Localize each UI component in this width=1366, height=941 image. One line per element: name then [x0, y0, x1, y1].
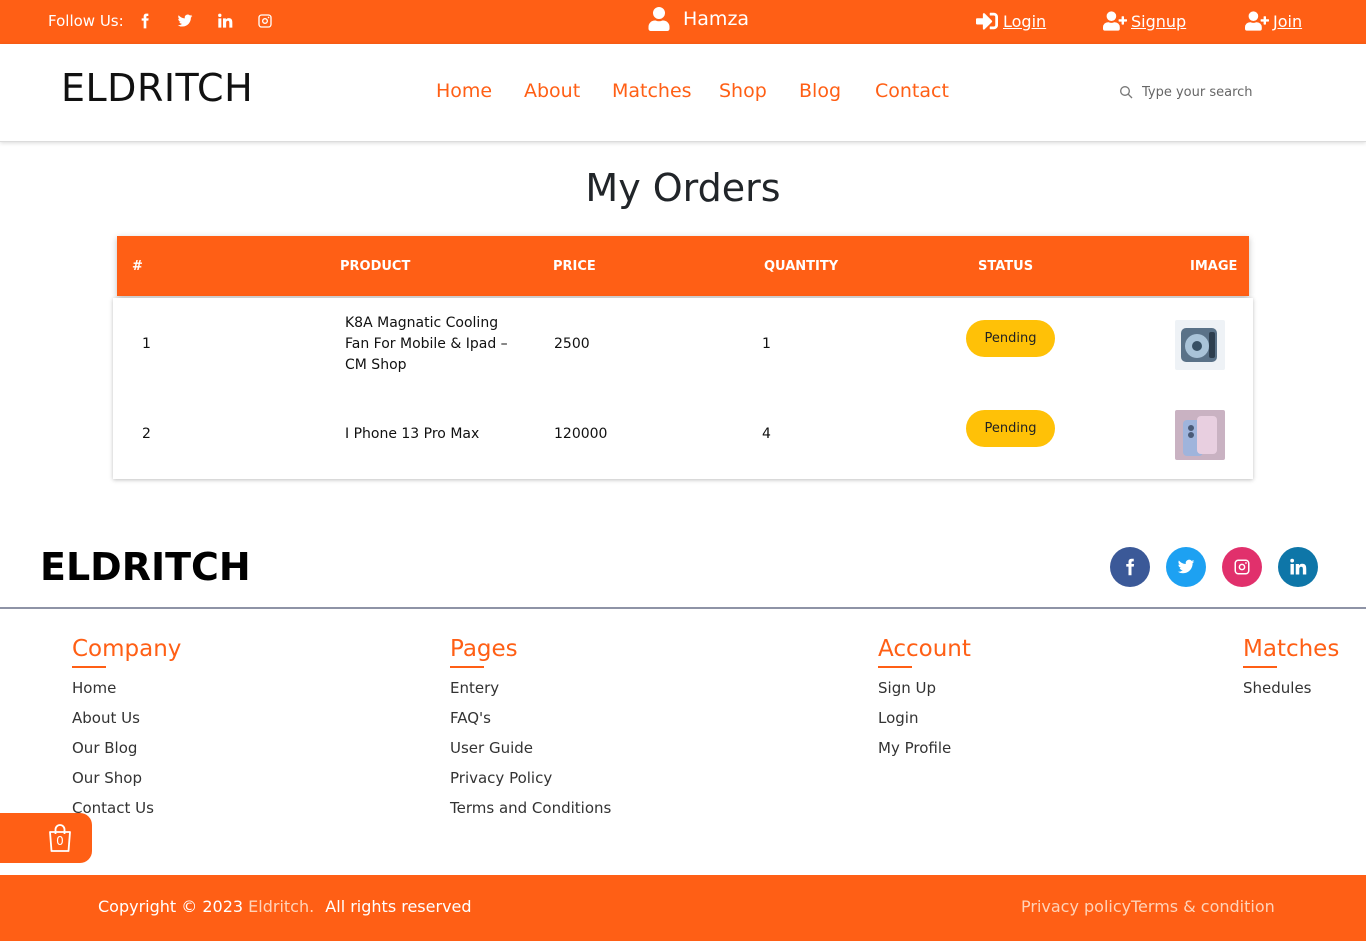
footer-link-home[interactable]: Home — [72, 678, 181, 708]
footer-link-login[interactable]: Login — [878, 708, 971, 738]
linkedin-icon[interactable] — [216, 12, 234, 30]
nav-home[interactable]: Home — [436, 80, 492, 102]
login-label: Login — [1003, 11, 1047, 31]
twitter-icon[interactable] — [1166, 547, 1206, 587]
order-quantity: 4 — [762, 426, 771, 442]
user-plus-icon — [1103, 11, 1127, 31]
col-image: IMAGE — [1190, 259, 1238, 274]
username: Hamza — [683, 8, 750, 30]
nav-matches[interactable]: Matches — [612, 80, 692, 102]
product-image[interactable] — [1175, 320, 1225, 370]
footer-link-blog[interactable]: Our Blog — [72, 738, 181, 768]
footer-link-about[interactable]: About Us — [72, 708, 181, 738]
footer-link-shop[interactable]: Our Shop — [72, 768, 181, 798]
nav-shop[interactable]: Shop — [719, 80, 767, 102]
order-price: 120000 — [554, 426, 608, 442]
copyright-text: Copyright © 2023 Eldritch. All rights re… — [98, 897, 472, 916]
join-link[interactable]: Join — [1245, 10, 1302, 32]
linkedin-icon[interactable] — [1278, 547, 1318, 587]
order-price: 2500 — [554, 336, 590, 352]
footer-col-title: Company — [72, 636, 182, 662]
copyright-bar: Copyright © 2023 Eldritch. All rights re… — [0, 875, 1366, 941]
col-status: STATUS — [978, 259, 1034, 274]
col-number: # — [132, 259, 143, 274]
user-plus-icon — [1245, 11, 1269, 31]
status-badge: Pending — [966, 410, 1055, 447]
title-underline — [450, 666, 484, 668]
orders-table-header: # PRODUCT PRICE QUANTITY STATUS IMAGE — [117, 236, 1249, 296]
sign-in-icon — [976, 12, 998, 30]
signup-label: Signup — [1131, 11, 1187, 31]
col-price: PRICE — [553, 259, 596, 274]
product-image[interactable] — [1175, 410, 1225, 460]
order-quantity: 1 — [762, 336, 771, 352]
main-header: ELDRITCH Home About Matches Shop Blog Co… — [0, 44, 1366, 142]
copyright-brand[interactable]: Eldritch. — [248, 897, 314, 916]
footer-link-schedules[interactable]: Shedules — [1243, 678, 1339, 708]
footer-link-privacy[interactable]: Privacy Policy — [450, 768, 611, 798]
order-product: I Phone 13 Pro Max — [345, 426, 480, 442]
nav-blog[interactable]: Blog — [799, 80, 841, 102]
top-bar: Follow Us: Hamza Login Signup Join — [0, 0, 1366, 44]
footer-col-title: Account — [878, 636, 971, 662]
facebook-icon[interactable] — [1110, 547, 1150, 587]
title-underline — [878, 666, 912, 668]
follow-us: Follow Us: — [48, 12, 296, 30]
footer-link-faq[interactable]: FAQ's — [450, 708, 611, 738]
footer-col-title: Matches — [1243, 636, 1340, 662]
footer-col-company: Company Home About Us Our Blog Our Shop … — [72, 636, 181, 828]
nav-about[interactable]: About — [524, 80, 580, 102]
user-menu[interactable]: Hamza — [648, 7, 749, 31]
cart-button[interactable]: 0 — [0, 813, 92, 863]
title-underline — [1243, 666, 1277, 668]
footer-link-terms[interactable]: Terms and Conditions — [450, 798, 611, 828]
user-icon — [648, 7, 670, 31]
privacy-policy-link[interactable]: Privacy policy — [1021, 897, 1131, 916]
search-input[interactable] — [1142, 84, 1272, 100]
twitter-icon[interactable] — [176, 12, 194, 30]
footer-brand: ELDRITCH — [40, 545, 251, 589]
title-underline — [72, 666, 106, 668]
footer-col-title: Pages — [450, 636, 518, 662]
table-row: 2 I Phone 13 Pro Max 120000 4 Pending — [113, 388, 1253, 478]
facebook-icon[interactable] — [136, 12, 154, 30]
order-number: 1 — [142, 336, 151, 352]
copyright-suffix: All rights reserved — [325, 897, 472, 916]
col-quantity: QUANTITY — [764, 259, 839, 274]
nav-contact[interactable]: Contact — [875, 80, 949, 102]
search-box — [1118, 84, 1278, 100]
footer-link-user-guide[interactable]: User Guide — [450, 738, 611, 768]
terms-link[interactable]: Terms & condition — [1131, 897, 1275, 916]
join-label: Join — [1273, 11, 1303, 31]
col-product: PRODUCT — [340, 259, 411, 274]
page-title: My Orders — [585, 166, 781, 210]
signup-link[interactable]: Signup — [1103, 10, 1186, 32]
footer-col-matches: Matches Shedules — [1243, 636, 1339, 708]
instagram-icon[interactable] — [256, 12, 274, 30]
status-badge: Pending — [966, 320, 1055, 357]
footer-col-pages: Pages Entery FAQ's User Guide Privacy Po… — [450, 636, 611, 828]
order-product: K8A Magnatic Cooling Fan For Mobile & Ip… — [345, 315, 508, 373]
follow-label: Follow Us: — [48, 12, 124, 30]
footer-link-signup[interactable]: Sign Up — [878, 678, 971, 708]
orders-table-body: 1 K8A Magnatic Cooling Fan For Mobile & … — [113, 298, 1253, 479]
footer-divider — [0, 607, 1366, 609]
cart-count: 0 — [56, 834, 64, 848]
footer-col-account: Account Sign Up Login My Profile — [878, 636, 971, 768]
instagram-icon[interactable] — [1222, 547, 1262, 587]
copyright-prefix: Copyright © 2023 — [98, 897, 244, 916]
footer-link-profile[interactable]: My Profile — [878, 738, 971, 768]
login-link[interactable]: Login — [975, 10, 1046, 32]
footer-link-entery[interactable]: Entery — [450, 678, 611, 708]
order-number: 2 — [142, 426, 151, 442]
search-icon[interactable] — [1118, 84, 1134, 100]
table-row: 1 K8A Magnatic Cooling Fan For Mobile & … — [113, 298, 1253, 388]
